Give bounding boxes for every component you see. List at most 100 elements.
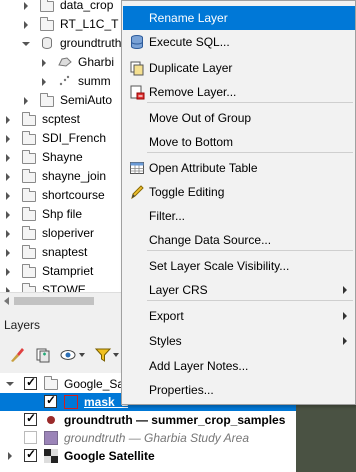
menu-item-label: Filter... [149, 209, 186, 223]
expand-right-arrow-icon[interactable] [4, 248, 12, 258]
point-layer-icon [59, 75, 70, 86]
browser-item-label: summ [78, 74, 111, 88]
folder-icon [22, 226, 36, 240]
filter-funnel-icon[interactable] [94, 346, 112, 364]
duplicate-icon [130, 61, 144, 76]
browser-item-label: Stampriet [42, 264, 94, 278]
browser-item-label: data_crop [60, 0, 114, 12]
folder-icon [22, 131, 36, 145]
menu-item-set-layer-scale-visibility[interactable]: Set Layer Scale Visibility... [123, 254, 355, 278]
add-group-icon[interactable] [34, 346, 52, 364]
menu-item-label: Add Layer Notes... [149, 359, 249, 373]
menu-item-remove-layer[interactable]: Remove Layer... [123, 80, 355, 104]
expand-right-arrow-icon[interactable] [22, 20, 30, 30]
menu-item-label: Export [149, 309, 184, 323]
folder-icon [40, 17, 54, 31]
folder-icon [22, 150, 36, 164]
scroll-left-arrow-icon[interactable] [4, 297, 9, 305]
menu-item-label: Set Layer Scale Visibility... [149, 259, 290, 273]
expand-right-arrow-icon[interactable] [4, 153, 12, 163]
expand-right-arrow-icon[interactable] [40, 58, 48, 68]
browser-item-label: Shayne [42, 150, 83, 164]
menu-item-open-attribute-table[interactable]: Open Attribute Table [123, 156, 355, 180]
database-icon [42, 37, 52, 49]
layer-name-label: groundtruth — summer_crop_samples [64, 413, 286, 427]
browser-item-label: scptest [42, 112, 81, 126]
expand-right-arrow-icon[interactable] [22, 1, 30, 11]
layer-visibility-checkbox[interactable] [24, 375, 37, 390]
browser-item-label: shortcourse [42, 188, 105, 202]
browser-item-label: Shp file [42, 207, 83, 221]
browser-item-label: sloperiver [42, 226, 95, 240]
menu-item-rename-layer[interactable]: Rename Layer [123, 6, 355, 30]
browser-item-label: groundtruth [60, 36, 122, 50]
expand-right-arrow-icon[interactable] [40, 77, 48, 87]
menu-item-properties[interactable]: Properties... [123, 378, 355, 402]
expand-right-arrow-icon[interactable] [4, 172, 12, 182]
layer-visibility-checkbox[interactable] [24, 447, 37, 462]
menu-item-add-layer-notes[interactable]: Add Layer Notes... [123, 354, 355, 378]
expand-layer-arrow-icon[interactable] [6, 451, 14, 461]
browser-item-label: SemiAuto [60, 93, 113, 107]
menu-item-label: Duplicate Layer [149, 61, 233, 75]
menu-item-change-data-source[interactable]: Change Data Source... [123, 228, 355, 252]
chevron-down-icon[interactable] [79, 353, 85, 357]
style-brush-icon[interactable] [8, 346, 26, 364]
expand-right-arrow-icon[interactable] [4, 229, 12, 239]
menu-item-label: Open Attribute Table [149, 161, 258, 175]
layer-name-label: groundtruth — Gharbia Study Area [64, 431, 249, 445]
layer-visibility-checkbox[interactable] [24, 411, 37, 426]
menu-item-label: Remove Layer... [149, 85, 237, 99]
menu-item-move-to-bottom[interactable]: Move to Bottom [123, 130, 355, 154]
folder-icon [22, 207, 36, 221]
menu-item-label: Change Data Source... [149, 233, 272, 247]
layer-context-menu: Rename Layer Execute SQL... Duplicate Laye… [121, 0, 356, 405]
menu-item-move-out-of-group[interactable]: Move Out of Group [123, 106, 355, 130]
submenu-arrow-icon [343, 286, 347, 294]
remove-layer-icon [130, 85, 145, 100]
menu-item-toggle-editing[interactable]: Toggle Editing [123, 180, 355, 204]
layer-row[interactable]: groundtruth — Gharbia Study Area [0, 429, 300, 447]
layer-row[interactable]: groundtruth — summer_crop_samples [0, 411, 300, 429]
browser-item-label: RT_L1C_T [60, 17, 119, 31]
layer-row[interactable]: Google Satellite [0, 447, 300, 465]
menu-item-layer-crs[interactable]: Layer CRS [123, 278, 355, 302]
folder-icon [22, 245, 36, 259]
browser-item-label: STOWE [42, 283, 86, 292]
raster-layer-icon [44, 449, 58, 463]
expand-down-arrow-icon[interactable] [22, 39, 30, 49]
menu-item-label: Styles [149, 334, 182, 348]
polygon-layer-icon [58, 57, 72, 67]
polygon-fill-symbol-icon [44, 431, 58, 445]
folder-icon [22, 188, 36, 202]
expand-right-arrow-icon[interactable] [4, 210, 12, 220]
menu-item-label: Move to Bottom [149, 135, 234, 149]
menu-item-export[interactable]: Export [123, 304, 355, 328]
expand-right-arrow-icon[interactable] [22, 96, 30, 106]
collapse-group-arrow-icon[interactable] [6, 379, 14, 389]
layers-panel-title: Layers [4, 318, 41, 332]
menu-item-styles[interactable]: Styles [123, 329, 355, 353]
layer-visibility-checkbox[interactable] [24, 431, 37, 444]
browser-item-label: snaptest [42, 245, 88, 259]
menu-item-label: Toggle Editing [149, 185, 225, 199]
expand-right-arrow-icon[interactable] [4, 115, 12, 125]
scrollbar-thumb[interactable] [14, 297, 94, 305]
folder-icon [40, 0, 54, 12]
browser-item-label: shayne_join [42, 169, 107, 183]
menu-item-filter[interactable]: Filter... [123, 204, 355, 228]
expand-right-arrow-icon[interactable] [4, 267, 12, 277]
expand-right-arrow-icon[interactable] [4, 134, 12, 144]
chevron-down-icon[interactable] [113, 353, 119, 357]
eye-visibility-icon[interactable] [60, 346, 78, 364]
expand-right-arrow-icon[interactable] [4, 191, 12, 201]
menu-item-label: Rename Layer [149, 11, 228, 25]
layer-name-label: Google Satellite [64, 449, 155, 463]
menu-item-execute-sql[interactable]: Execute SQL... [123, 30, 355, 54]
layer-visibility-checkbox[interactable] [44, 393, 57, 408]
table-icon [130, 162, 144, 174]
menu-item-label: Execute SQL... [149, 35, 230, 49]
menu-item-duplicate-layer[interactable]: Duplicate Layer [123, 56, 355, 80]
menu-item-label: Move Out of Group [149, 111, 252, 125]
folder-icon [22, 264, 36, 278]
